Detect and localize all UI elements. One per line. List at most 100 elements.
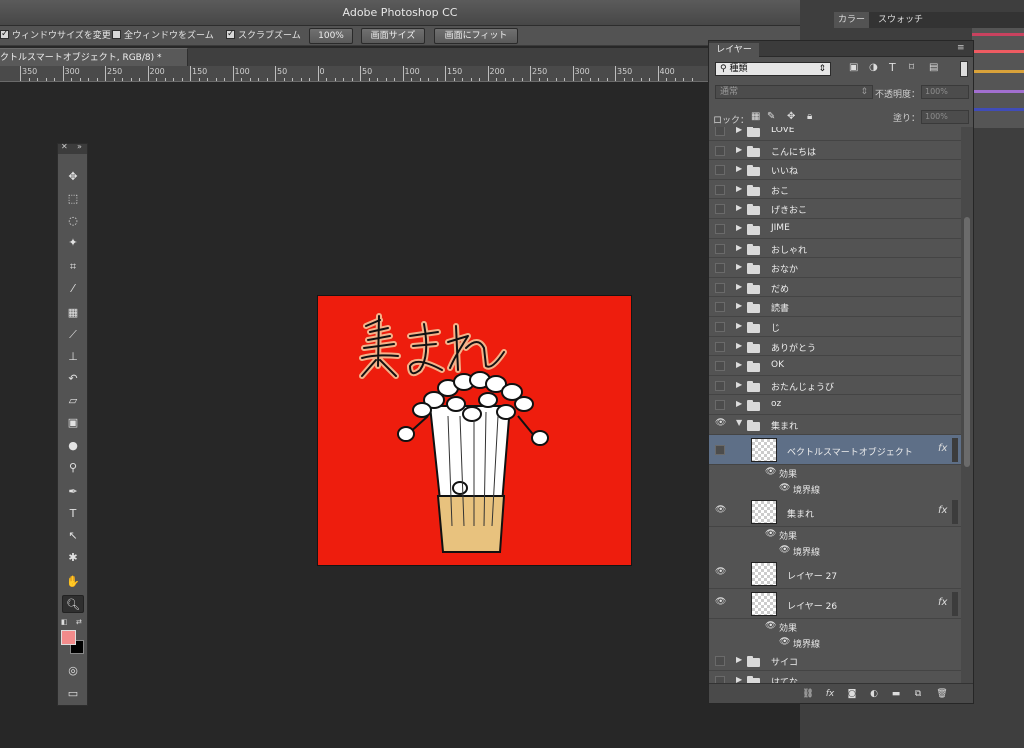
expand-arrow-icon[interactable]: ▶ — [736, 127, 742, 134]
path-selection-tool-icon[interactable]: ↖ — [62, 527, 84, 545]
visibility-toggle[interactable] — [715, 204, 725, 215]
expand-arrow-icon[interactable]: ▶ — [736, 675, 742, 683]
visibility-toggle[interactable] — [715, 243, 725, 254]
layer-group-row[interactable]: ▶ じ — [709, 317, 961, 337]
new-group-icon[interactable]: ▬ — [889, 687, 903, 701]
layer-row[interactable]: 👁︎ 集まれ fx — [709, 497, 961, 527]
opacity-input[interactable]: 100% — [921, 85, 969, 99]
filter-shape-icon[interactable]: ⌑ — [909, 62, 914, 73]
expand-arrow-icon[interactable]: ▶ — [736, 184, 742, 193]
effects-expand-toggle[interactable] — [952, 438, 958, 462]
checkbox-icon[interactable] — [112, 30, 121, 39]
add-style-icon[interactable]: fx — [823, 687, 837, 701]
layer-group-row[interactable]: ▶ OK — [709, 356, 961, 376]
layer-group-row[interactable]: ▶ 読書 — [709, 297, 961, 317]
eye-icon[interactable]: 👁︎ — [779, 637, 790, 647]
expand-arrow-icon[interactable]: ▶ — [736, 399, 742, 408]
eye-icon[interactable]: 👁︎ — [765, 529, 776, 539]
document-tab[interactable]: クトルスマートオブジェクト, RGB/8) * — [0, 48, 188, 66]
filter-toggle[interactable] — [960, 61, 968, 77]
expand-arrow-icon[interactable]: ▶ — [736, 203, 742, 212]
checkbox-icon[interactable] — [0, 27, 9, 41]
add-mask-icon[interactable]: ◙ — [845, 687, 859, 701]
layer-effects-icon[interactable]: fx — [938, 597, 947, 608]
layer-group-row[interactable]: ▶ げきおこ — [709, 199, 961, 219]
layer-group-row[interactable]: ▶ サイコ — [709, 651, 961, 671]
clone-stamp-tool-icon[interactable]: ⊥ — [62, 348, 84, 366]
visibility-toggle[interactable] — [715, 675, 725, 683]
layers-scrollbar[interactable] — [961, 127, 973, 683]
healing-brush-tool-icon[interactable]: ▦ — [62, 304, 84, 322]
filter-adjustment-icon[interactable]: ◑ — [869, 62, 878, 73]
close-icon[interactable]: ✕ — [61, 142, 68, 151]
visibility-toggle[interactable] — [715, 165, 725, 176]
zoom-all-option[interactable]: 全ウィンドウをズーム — [112, 29, 214, 43]
effects-row[interactable]: 👁︎ 効果 — [709, 527, 961, 543]
fill-screen-button[interactable]: 画面にフィット — [434, 28, 518, 44]
eye-icon[interactable]: 👁︎ — [765, 467, 776, 477]
visibility-toggle[interactable] — [715, 224, 725, 234]
filter-pixel-icon[interactable]: ▣ — [849, 62, 858, 73]
scrollbar-thumb[interactable] — [964, 217, 970, 467]
expand-arrow-icon[interactable]: ▶ — [736, 380, 742, 389]
zoom-tool-icon[interactable]: 🔍︎ — [62, 595, 84, 613]
visibility-toggle[interactable] — [715, 400, 725, 411]
eye-icon[interactable]: 👁︎ — [765, 621, 776, 631]
collapse-icon[interactable]: » — [77, 142, 82, 151]
layer-effects-icon[interactable]: fx — [938, 443, 947, 454]
layer-group-row[interactable]: ▶ だめ — [709, 278, 961, 298]
swap-colors-icon[interactable]: ⇄ — [76, 618, 82, 626]
screen-mode-icon[interactable]: ▭ — [62, 685, 84, 703]
effects-row[interactable]: 👁︎ 効果 — [709, 619, 961, 635]
eye-icon[interactable]: 👁︎ — [779, 545, 790, 555]
panel-menu-icon[interactable]: ≡ — [957, 43, 965, 53]
expand-arrow-icon[interactable]: ▶ — [736, 262, 742, 271]
expand-arrow-icon[interactable]: ▶ — [736, 655, 742, 664]
fit-screen-button[interactable]: 画面サイズ — [361, 28, 425, 44]
foreground-color-swatch[interactable] — [61, 630, 76, 645]
crop-tool-icon[interactable]: ⌗ — [62, 258, 84, 276]
eraser-tool-icon[interactable]: ▱ — [62, 392, 84, 410]
tab-layers[interactable]: レイヤー — [709, 43, 759, 57]
filter-type-icon[interactable]: T — [889, 61, 896, 74]
gradient-tool-icon[interactable]: ▣ — [62, 414, 84, 432]
tab-swatches[interactable]: スウォッチ — [874, 12, 927, 28]
layer-effects-icon[interactable]: fx — [938, 505, 947, 516]
layer-group-row-open[interactable]: 👁︎ ▼ 集まれ — [709, 415, 961, 435]
effects-expand-toggle[interactable] — [952, 592, 958, 616]
layer-group-row[interactable]: ▶ oz — [709, 395, 961, 415]
actual-pixels-button[interactable]: 100% — [309, 28, 353, 44]
visibility-toggle[interactable] — [715, 322, 725, 332]
expand-arrow-icon[interactable]: ▶ — [736, 360, 742, 369]
stroke-effect-row[interactable]: 👁︎ 境界線 — [709, 543, 961, 559]
eye-icon[interactable]: 👁︎ — [779, 483, 790, 493]
effects-expand-toggle[interactable] — [952, 500, 958, 524]
dodge-tool-icon[interactable]: ⚲ — [62, 459, 84, 477]
layer-group-row[interactable]: ▶ ありがとう — [709, 337, 961, 357]
blur-tool-icon[interactable]: ● — [62, 437, 84, 455]
move-tool-icon[interactable]: ✥ — [62, 168, 84, 186]
visibility-toggle[interactable] — [715, 127, 725, 136]
layer-group-row[interactable]: ▶ JIME — [709, 219, 961, 239]
stroke-effect-row[interactable]: 👁︎ 境界線 — [709, 481, 961, 497]
layer-group-row[interactable]: ▶ はてな — [709, 671, 961, 683]
layer-row[interactable]: 👁︎ レイヤー 27 — [709, 559, 961, 589]
visibility-toggle[interactable] — [715, 282, 725, 293]
expand-arrow-icon[interactable]: ▶ — [736, 145, 742, 154]
lasso-tool-icon[interactable]: ◌ — [62, 212, 84, 230]
lock-transparent-icon[interactable]: ▦ — [751, 111, 760, 122]
expand-arrow-icon[interactable]: ▶ — [736, 164, 742, 173]
eye-icon[interactable]: 👁︎ — [715, 505, 727, 515]
brush-tool-icon[interactable]: ⟋ — [62, 326, 84, 344]
eyedropper-tool-icon[interactable]: ⁄ — [62, 280, 84, 298]
default-colors-icon[interactable]: ◧ — [61, 618, 68, 626]
layer-group-row[interactable]: ▶ いいね — [709, 160, 961, 180]
layer-row[interactable]: 👁︎ レイヤー 26 fx — [709, 589, 961, 619]
layer-group-row[interactable]: ▶ おたんじょうび — [709, 376, 961, 396]
collapse-arrow-icon[interactable]: ▼ — [736, 418, 742, 427]
tab-color[interactable]: カラー — [834, 12, 870, 28]
visibility-toggle[interactable] — [715, 302, 725, 313]
layer-group-row[interactable]: ▶ おしゃれ — [709, 239, 961, 259]
layer-group-row[interactable]: ▶ おこ — [709, 180, 961, 200]
stroke-effect-row[interactable]: 👁︎ 境界線 — [709, 635, 961, 651]
